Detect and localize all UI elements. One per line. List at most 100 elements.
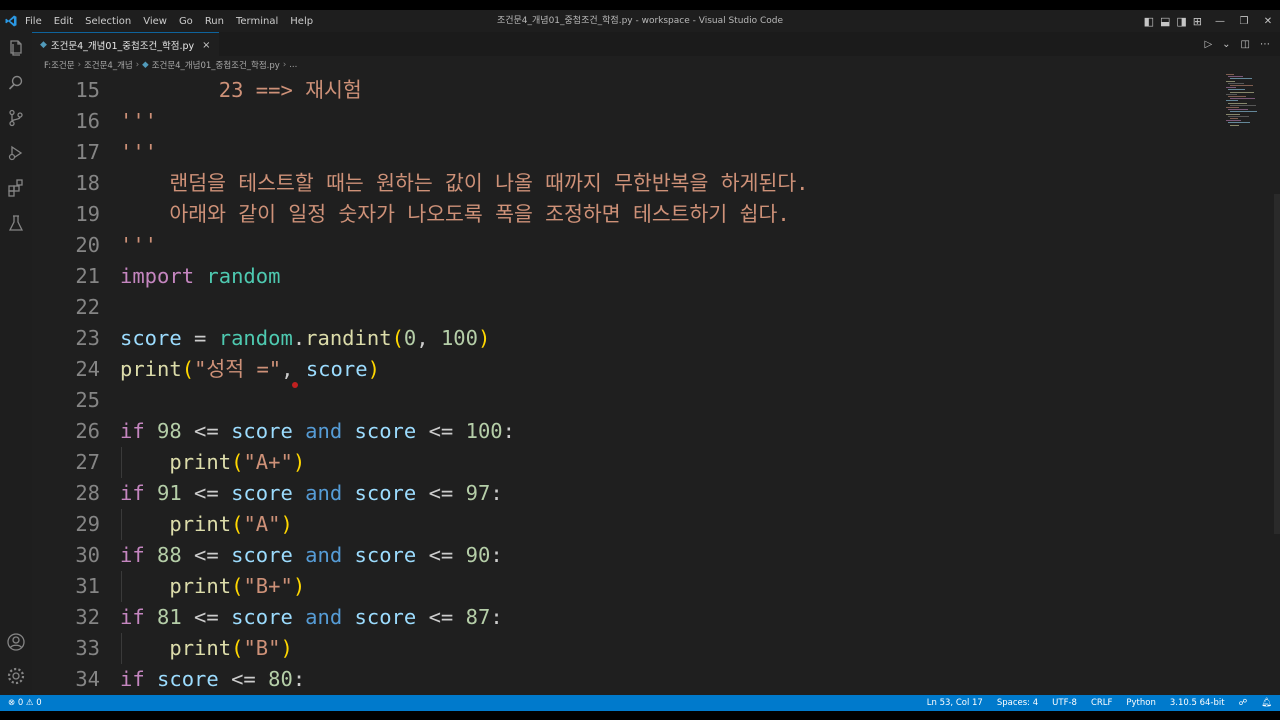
code-token: score (354, 605, 417, 629)
code-token: if (120, 605, 145, 629)
notifications-bell-icon[interactable]: 🔔︎ (1261, 698, 1272, 708)
code-token: "B" (243, 636, 281, 660)
breadcrumb-file[interactable]: 조건문4_개념01_중첩조건_학점.py (152, 59, 280, 71)
code-line[interactable]: ''' (120, 230, 157, 261)
line-number: 32 (75, 605, 100, 629)
toggle-panel-icon[interactable]: ⬓ (1160, 15, 1170, 28)
code-line[interactable]: print("B") (120, 633, 292, 664)
minimap-line (1226, 87, 1236, 89)
code-line[interactable]: 아래와 같이 일정 숫자가 나오도록 폭을 조정하면 테스트하기 쉽다. (120, 199, 789, 230)
code-token: 98 (157, 419, 182, 443)
code-line[interactable]: 랜덤을 테스트할 때는 원하는 값이 나올 때까지 무한반복을 하게된다. (120, 168, 809, 199)
python-interpreter[interactable]: 3.10.5 64-bit (1170, 698, 1225, 708)
menu-edit[interactable]: Edit (54, 16, 73, 27)
code-line[interactable]: 23 ==> 재시험 (120, 75, 362, 106)
code-token: ) (477, 326, 491, 350)
code-token: <= (181, 419, 232, 443)
language-mode[interactable]: Python (1126, 698, 1155, 708)
code-token: ) (292, 450, 306, 474)
code-token: score (231, 419, 293, 443)
line-number: 22 (75, 295, 100, 319)
code-line[interactable]: print("B+") (120, 571, 305, 602)
line-number: 18 (75, 171, 100, 195)
code-line[interactable]: if 81 <= score and score <= 87: (120, 602, 503, 633)
toggle-secondary-sidebar-icon[interactable]: ◨ (1176, 15, 1186, 28)
minimap[interactable] (1226, 74, 1266, 134)
problems-indicator[interactable]: ⊗ 0 ⚠ 0 (8, 695, 42, 711)
minimap-line (1228, 89, 1245, 91)
cursor-position[interactable]: Ln 53, Col 17 (927, 698, 983, 708)
close-tab-icon[interactable]: × (202, 40, 210, 51)
line-number: 27 (75, 450, 100, 474)
run-file-icon[interactable]: ▷ (1204, 39, 1212, 50)
tab-active-file[interactable]: ◆ 조건문4_개념01_중첩조건_학점.py × (32, 32, 219, 57)
run-dropdown-icon[interactable]: ⌄ (1222, 39, 1230, 50)
code-line[interactable]: score = random.randint(0, 100) (120, 323, 490, 354)
toggle-sidebar-icon[interactable]: ◧ (1144, 15, 1154, 28)
testing-icon[interactable] (6, 213, 26, 233)
code-token: <= (181, 605, 232, 629)
minimap-line (1230, 98, 1255, 100)
breadcrumb-folder[interactable]: 조건문4_개념 (84, 59, 133, 71)
breadcrumb: F:조건문 › 조건문4_개념 › ◆ 조건문4_개념01_중첩조건_학점.py… (32, 56, 1280, 74)
run-debug-icon[interactable] (6, 143, 26, 163)
code-line[interactable]: ''' (120, 137, 157, 168)
status-bar: ⊗ 0 ⚠ 0 Ln 53, Col 17 Spaces: 4 UTF-8 CR… (0, 695, 1280, 711)
restore-button[interactable]: ❐ (1232, 16, 1256, 27)
settings-gear-icon[interactable] (6, 666, 26, 686)
menu-go[interactable]: Go (179, 16, 193, 27)
code-line[interactable]: if 88 <= score and score <= 90: (120, 540, 503, 571)
menu-help[interactable]: Help (290, 16, 313, 27)
code-token: <= (416, 419, 466, 443)
code-line[interactable]: if 91 <= score and score <= 97: (120, 478, 503, 509)
code-token: : (502, 419, 515, 443)
code-line[interactable]: print("성적 =", score) (120, 354, 380, 385)
tab-label: 조건문4_개념01_중첩조건_학점.py (50, 41, 195, 52)
explorer-icon[interactable] (6, 38, 26, 58)
file-encoding[interactable]: UTF-8 (1052, 698, 1077, 708)
account-icon[interactable] (6, 632, 26, 652)
end-of-line[interactable]: CRLF (1091, 698, 1112, 708)
menu-selection[interactable]: Selection (85, 16, 131, 27)
code-editor[interactable]: 15 16 17 18 19 20 21 22 23 24 25 26 27 28 29 30 31 32 33 34… (32, 74, 1280, 695)
chevron-right-icon: › (282, 60, 287, 70)
feedback-icon[interactable]: ☍ (1239, 698, 1248, 708)
line-number: 15 (75, 78, 100, 102)
code-line[interactable]: import random (120, 261, 280, 292)
code-token: and (305, 481, 343, 505)
chevron-right-icon: › (135, 60, 140, 70)
source-control-icon[interactable] (6, 108, 26, 128)
customize-layout-icon[interactable]: ⊞ (1193, 15, 1202, 28)
extensions-icon[interactable] (6, 178, 26, 198)
code-token: if (120, 667, 145, 691)
minimize-button[interactable]: — (1208, 16, 1232, 27)
code-line[interactable]: if score <= 80: (120, 664, 305, 695)
menu-run[interactable]: Run (205, 16, 224, 27)
code-token: score (305, 357, 368, 381)
breadcrumb-folder-root[interactable]: F:조건문 (44, 59, 75, 71)
code-line[interactable]: ''' (120, 106, 157, 137)
indent-guide (121, 509, 122, 540)
code-token: : (490, 481, 503, 505)
breadcrumb-symbol[interactable]: ... (289, 60, 297, 70)
close-window-button[interactable]: ✕ (1256, 16, 1280, 27)
menu-terminal[interactable]: Terminal (236, 16, 278, 27)
code-token: ( (181, 357, 195, 381)
code-line[interactable]: if 98 <= score and score <= 100: (120, 416, 515, 447)
vertical-scrollbar[interactable] (1274, 194, 1280, 534)
indent-guide (121, 633, 122, 664)
code-line[interactable]: print("A+") (120, 447, 305, 478)
minimap-line (1226, 113, 1240, 115)
code-token: . (292, 326, 306, 350)
indentation[interactable]: Spaces: 4 (997, 698, 1038, 708)
code-line[interactable]: print("A") (120, 509, 292, 540)
minimap-line (1230, 111, 1257, 113)
code-token: and (305, 543, 343, 567)
code-token: 랜덤을 테스트할 때는 원하는 값이 나올 때까지 무한반복을 하게된다. (120, 171, 809, 195)
menu-view[interactable]: View (143, 16, 167, 27)
search-icon[interactable] (6, 73, 26, 93)
menu-file[interactable]: File (25, 16, 42, 27)
bottom-letterbox (0, 711, 1280, 720)
split-editor-icon[interactable]: ◫ (1241, 39, 1250, 50)
more-actions-icon[interactable]: ⋯ (1260, 39, 1270, 50)
